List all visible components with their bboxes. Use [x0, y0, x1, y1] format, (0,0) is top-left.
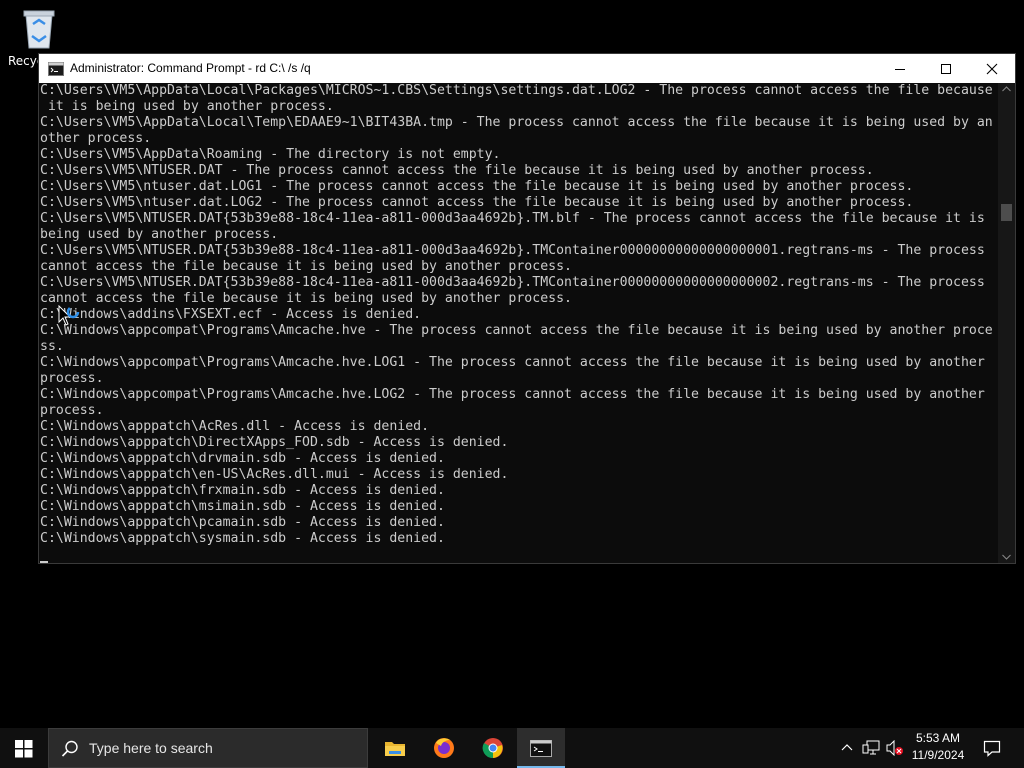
network-button[interactable]	[860, 728, 882, 768]
console-line: C:\Windows\apppatch\DirectXApps_FOD.sdb …	[40, 435, 509, 450]
console-line: cannot access the file because it is bei…	[40, 291, 572, 306]
network-icon	[862, 740, 880, 755]
console-line: C:\Windows\apppatch\en-US\AcRes.dll.mui …	[40, 467, 509, 482]
console-line: cannot access the file because it is bei…	[40, 259, 572, 274]
search-placeholder: Type here to search	[89, 740, 213, 756]
console-line: C:\Users\VM5\NTUSER.DAT - The process ca…	[40, 163, 874, 178]
console-line: C:\Windows\apppatch\msimain.sdb - Access…	[40, 499, 445, 514]
taskbar-firefox[interactable]	[420, 728, 468, 768]
chrome-icon	[482, 738, 503, 759]
search-box[interactable]: Type here to search	[48, 728, 368, 768]
console-line: C:\Windows\apppatch\drvmain.sdb - Access…	[40, 451, 445, 466]
command-prompt-icon	[530, 740, 552, 757]
console-line: C:\Users\VM5\AppData\Local\Packages\MICR…	[40, 83, 993, 98]
console-line: C:\Windows\apppatch\AcRes.dll - Access i…	[40, 419, 430, 434]
maximize-button[interactable]	[923, 54, 969, 83]
console-line: C:\Users\VM5\AppData\Roaming - The direc…	[40, 147, 501, 162]
start-button[interactable]	[0, 728, 48, 768]
taskbar-file-explorer[interactable]	[371, 728, 419, 768]
console-line: C:\Users\VM5\NTUSER.DAT{53b39e88-18c4-11…	[40, 243, 985, 258]
command-prompt-window[interactable]: Administrator: Command Prompt - rd C:\ /…	[38, 53, 1016, 564]
console-line: it is being used by another process.	[40, 99, 334, 114]
scroll-up-icon[interactable]	[1002, 86, 1011, 92]
taskbar-command-prompt[interactable]	[517, 728, 565, 768]
volume-button[interactable]	[884, 728, 906, 768]
console-line: C:\Windows\apppatch\pcamain.sdb - Access…	[40, 515, 445, 530]
minimize-icon	[895, 69, 905, 70]
console-line: C:\Windows\apppatch\frxmain.sdb - Access…	[40, 483, 445, 498]
clock-date: 11/9/2024	[911, 748, 965, 762]
close-button[interactable]	[969, 54, 1015, 83]
search-icon	[61, 740, 78, 757]
maximize-icon	[941, 64, 951, 74]
firefox-icon	[434, 738, 454, 758]
vertical-scrollbar[interactable]	[998, 83, 1015, 563]
system-clock[interactable]: 5:53 AM 11/9/2024	[908, 730, 968, 764]
scroll-down-icon[interactable]	[1002, 554, 1011, 560]
console-line: C:\Users\VM5\NTUSER.DAT{53b39e88-18c4-11…	[40, 275, 985, 290]
console-line: being used by another process.	[40, 227, 279, 242]
console-line: C:\Users\VM5\ntuser.dat.LOG1 - The proce…	[40, 179, 914, 194]
console-line: C:\Windows\apppatch\sysmain.sdb - Access…	[40, 531, 445, 546]
console-output[interactable]: C:\Users\VM5\AppData\Local\Packages\MICR…	[39, 83, 999, 563]
minimize-button[interactable]	[877, 54, 923, 83]
file-explorer-icon	[385, 742, 405, 756]
chevron-up-icon	[841, 744, 853, 751]
windows-logo-icon	[15, 740, 33, 758]
recycle-bin-icon	[19, 6, 59, 50]
console-line: other process.	[40, 131, 152, 146]
cmd-icon	[48, 61, 64, 76]
console-line: C:\Users\VM5\ntuser.dat.LOG2 - The proce…	[40, 195, 914, 210]
notifications-button[interactable]	[976, 728, 1016, 768]
close-icon	[986, 63, 998, 75]
window-title: Administrator: Command Prompt - rd C:\ /…	[70, 61, 311, 75]
console-line: C:\Users\VM5\AppData\Local\Temp\EDAAE9~1…	[40, 115, 993, 130]
taskbar-chrome[interactable]	[469, 728, 517, 768]
busy-pointer-icon	[58, 305, 80, 326]
taskbar: Type here to search 5:53 AM 11/9/2024	[0, 728, 1024, 768]
title-bar[interactable]: Administrator: Command Prompt - rd C:\ /…	[39, 54, 1015, 83]
volume-muted-icon	[886, 740, 903, 756]
show-hidden-icons-button[interactable]	[836, 728, 858, 768]
console-line: C:\Windows\addins\FXSEXT.ecf - Access is…	[40, 307, 422, 322]
text-cursor	[40, 561, 48, 563]
console-line: C:\Users\VM5\NTUSER.DAT{53b39e88-18c4-11…	[40, 211, 985, 226]
clock-time: 5:53 AM	[915, 731, 961, 745]
console-line: process.	[40, 371, 104, 386]
console-line: ss.	[40, 339, 64, 354]
notifications-icon	[983, 740, 1001, 757]
console-line: C:\Windows\appcompat\Programs\Amcache.hv…	[40, 387, 985, 402]
scrollbar-thumb[interactable]	[1001, 204, 1012, 221]
console-line: C:\Windows\appcompat\Programs\Amcache.hv…	[40, 355, 985, 370]
console-line: process.	[40, 403, 104, 418]
console-line: C:\Windows\appcompat\Programs\Amcache.hv…	[40, 323, 993, 338]
